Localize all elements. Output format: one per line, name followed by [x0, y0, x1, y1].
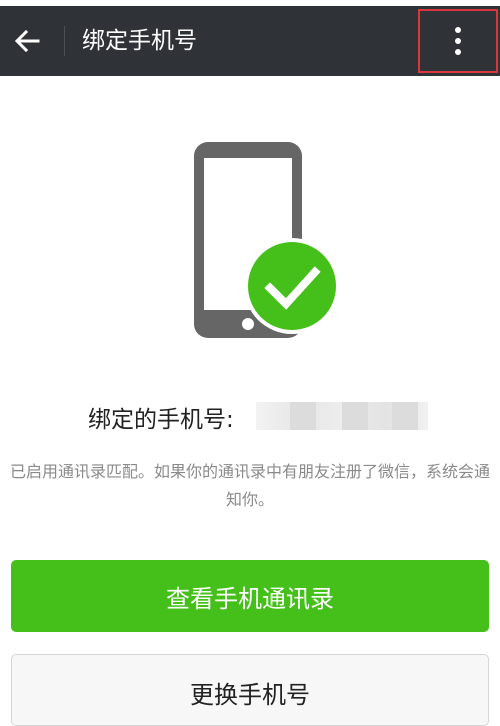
change-number-button[interactable]: 更换手机号: [11, 654, 489, 726]
phone-check-illustration: [188, 136, 348, 346]
action-bar: 绑定手机号: [0, 6, 500, 76]
bound-number-label: 绑定的手机号:: [88, 407, 234, 433]
contact-match-info: 已启用通讯录匹配。如果你的通讯录中有朋友注册了微信，系统会通知你。: [9, 462, 490, 509]
view-contacts-button[interactable]: 查看手机通讯录: [11, 560, 489, 632]
more-options-button[interactable]: [418, 9, 498, 73]
back-arrow-icon: [14, 29, 40, 53]
back-button[interactable]: [4, 16, 50, 66]
action-bar-divider: [64, 26, 65, 56]
phone-check-icon: [194, 142, 340, 338]
masked-phone-number: [256, 402, 428, 430]
bound-number-row: 绑定的手机号:: [0, 396, 500, 436]
more-vertical-icon: [455, 27, 461, 55]
page-title: 绑定手机号: [82, 28, 197, 54]
